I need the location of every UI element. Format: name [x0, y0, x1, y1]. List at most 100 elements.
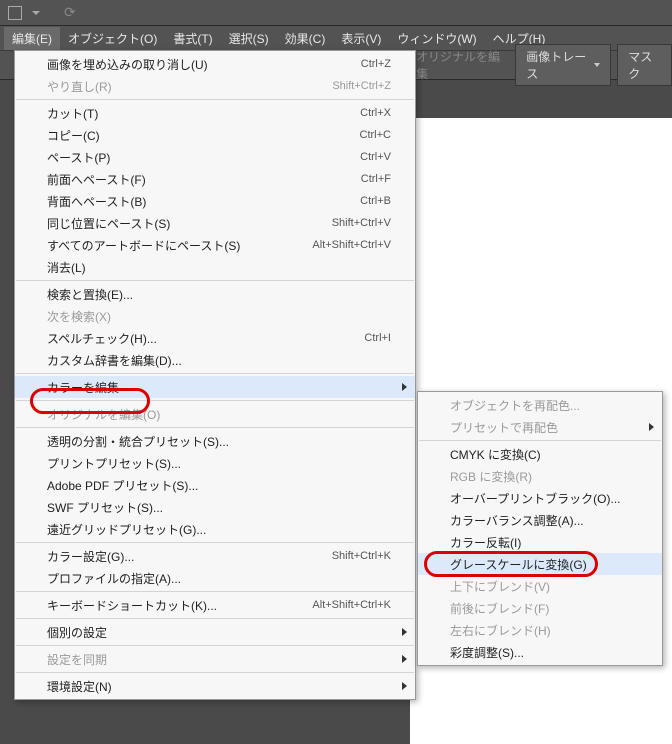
- menu-6[interactable]: ウィンドウ(W): [389, 27, 484, 50]
- menu-item-label: SWF プリセット(S)...: [47, 499, 391, 516]
- workspace-icon[interactable]: [8, 6, 22, 20]
- shortcut: Ctrl+C: [360, 129, 391, 141]
- image-trace-button[interactable]: 画像トレース: [515, 44, 611, 86]
- menu-item-label: オーバープリントブラック(O)...: [450, 490, 638, 507]
- menu-item: RGB に変換(R): [418, 465, 662, 487]
- menu-item-label: プリントプリセット(S)...: [47, 455, 391, 472]
- menu-item-label: コピー(C): [47, 127, 360, 144]
- submenu-arrow-icon: [649, 423, 654, 431]
- menu-item-label: 前後にブレンド(F): [450, 600, 638, 617]
- edit-menu: 画像を埋め込みの取り消し(U)Ctrl+Zやり直し(R)Shift+Ctrl+Z…: [14, 50, 416, 700]
- submenu-arrow-icon: [402, 628, 407, 636]
- menu-item-label: 環境設定(N): [47, 678, 391, 695]
- menu-1[interactable]: オブジェクト(O): [60, 27, 165, 50]
- menu-item[interactable]: プリントプリセット(S)...: [15, 452, 415, 474]
- mask-button[interactable]: マスク: [617, 44, 672, 86]
- menu-item-label: 左右にブレンド(H): [450, 622, 638, 639]
- menu-item-label: カスタム辞書を編集(D)...: [47, 352, 391, 369]
- menu-item-label: 彩度調整(S)...: [450, 644, 638, 661]
- submenu-arrow-icon: [402, 655, 407, 663]
- menu-item-label: 背面へペースト(B): [47, 193, 360, 210]
- menu-item[interactable]: すべてのアートボードにペースト(S)Alt+Shift+Ctrl+V: [15, 234, 415, 256]
- shortcut: Ctrl+B: [360, 195, 391, 207]
- menu-item-label: カラー反転(I): [450, 534, 638, 551]
- menu-item[interactable]: 検索と置換(E)...: [15, 283, 415, 305]
- separator: [16, 400, 414, 401]
- menu-3[interactable]: 選択(S): [221, 27, 277, 50]
- menu-item-label: プロファイルの指定(A)...: [47, 570, 391, 587]
- menu-item-label: 検索と置換(E)...: [47, 286, 391, 303]
- menu-item[interactable]: スペルチェック(H)...Ctrl+I: [15, 327, 415, 349]
- menu-item[interactable]: ペースト(P)Ctrl+V: [15, 146, 415, 168]
- menu-item[interactable]: SWF プリセット(S)...: [15, 496, 415, 518]
- menu-item[interactable]: Adobe PDF プリセット(S)...: [15, 474, 415, 496]
- separator: [16, 591, 414, 592]
- menu-item-label: カラーバランス調整(A)...: [450, 512, 638, 529]
- menu-item[interactable]: 同じ位置にペースト(S)Shift+Ctrl+V: [15, 212, 415, 234]
- menu-2[interactable]: 書式(T): [165, 27, 220, 50]
- menu-item: オブジェクトを再配色...: [418, 394, 662, 416]
- menu-item[interactable]: 個別の設定: [15, 621, 415, 643]
- menu-item[interactable]: カラーバランス調整(A)...: [418, 509, 662, 531]
- menu-item[interactable]: CMYK に変換(C): [418, 443, 662, 465]
- menu-item[interactable]: カラー反転(I): [418, 531, 662, 553]
- menu-item[interactable]: 環境設定(N): [15, 675, 415, 697]
- menu-item-label: ペースト(P): [47, 149, 360, 166]
- submenu-arrow-icon: [402, 682, 407, 690]
- menu-0[interactable]: 編集(E): [4, 27, 60, 50]
- menu-item: プリセットで再配色: [418, 416, 662, 438]
- shortcut: Alt+Shift+Ctrl+V: [312, 239, 391, 251]
- menu-item-label: スペルチェック(H)...: [47, 330, 364, 347]
- menu-item[interactable]: コピー(C)Ctrl+C: [15, 124, 415, 146]
- workspace-dropdown-icon[interactable]: [32, 11, 40, 15]
- menu-item[interactable]: 彩度調整(S)...: [418, 641, 662, 663]
- shortcut: Shift+Ctrl+V: [332, 217, 391, 229]
- menu-item-label: CMYK に変換(C): [450, 446, 638, 463]
- separator: [16, 99, 414, 100]
- menu-item: 左右にブレンド(H): [418, 619, 662, 641]
- menu-item[interactable]: プロファイルの指定(A)...: [15, 567, 415, 589]
- menu-item[interactable]: カラー設定(G)...Shift+Ctrl+K: [15, 545, 415, 567]
- shortcut: Ctrl+X: [360, 107, 391, 119]
- menu-item[interactable]: カット(T)Ctrl+X: [15, 102, 415, 124]
- menu-item-label: 次を検索(X): [47, 308, 391, 325]
- menu-item-label: 個別の設定: [47, 624, 391, 641]
- menu-item-label: やり直し(R): [47, 78, 332, 95]
- menu-item: 上下にブレンド(V): [418, 575, 662, 597]
- menu-item-label: 上下にブレンド(V): [450, 578, 638, 595]
- menu-item[interactable]: 消去(L): [15, 256, 415, 278]
- menu-item[interactable]: キーボードショートカット(K)...Alt+Shift+Ctrl+K: [15, 594, 415, 616]
- shortcut: Ctrl+F: [361, 173, 391, 185]
- submenu-arrow-icon: [402, 383, 407, 391]
- separator: [16, 672, 414, 673]
- menu-item-label: Adobe PDF プリセット(S)...: [47, 477, 391, 494]
- menu-item[interactable]: カラーを編集: [15, 376, 415, 398]
- edit-original-label: オリジナルを編集: [410, 48, 509, 82]
- menu-item-label: 画像を埋め込みの取り消し(U): [47, 56, 361, 73]
- menu-item[interactable]: カスタム辞書を編集(D)...: [15, 349, 415, 371]
- menu-item[interactable]: グレースケールに変換(G): [418, 553, 662, 575]
- menu-item-label: すべてのアートボードにペースト(S): [47, 237, 312, 254]
- shortcut: Ctrl+I: [364, 332, 391, 344]
- menu-item[interactable]: オーバープリントブラック(O)...: [418, 487, 662, 509]
- menu-item-label: オブジェクトを再配色...: [450, 397, 638, 414]
- menu-item[interactable]: 背面へペースト(B)Ctrl+B: [15, 190, 415, 212]
- shortcut: Shift+Ctrl+K: [332, 550, 391, 562]
- menu-item-label: 消去(L): [47, 259, 391, 276]
- menu-item[interactable]: 遠近グリッドプリセット(G)...: [15, 518, 415, 540]
- menu-item: 前後にブレンド(F): [418, 597, 662, 619]
- separator: [16, 280, 414, 281]
- menu-item[interactable]: 画像を埋め込みの取り消し(U)Ctrl+Z: [15, 53, 415, 75]
- menu-item-label: RGB に変換(R): [450, 468, 638, 485]
- separator: [419, 440, 661, 441]
- shortcut: Ctrl+Z: [361, 58, 391, 70]
- menu-4[interactable]: 効果(C): [277, 27, 334, 50]
- menu-5[interactable]: 表示(V): [333, 27, 389, 50]
- menu-item-label: カラー設定(G)...: [47, 548, 332, 565]
- menu-item[interactable]: 透明の分割・統合プリセット(S)...: [15, 430, 415, 452]
- menu-item-label: グレースケールに変換(G): [450, 556, 638, 573]
- menu-item-label: オリジナルを編集(O): [47, 406, 391, 423]
- sync-icon[interactable]: ⟳: [64, 4, 76, 21]
- shortcut: Ctrl+V: [360, 151, 391, 163]
- menu-item[interactable]: 前面へペースト(F)Ctrl+F: [15, 168, 415, 190]
